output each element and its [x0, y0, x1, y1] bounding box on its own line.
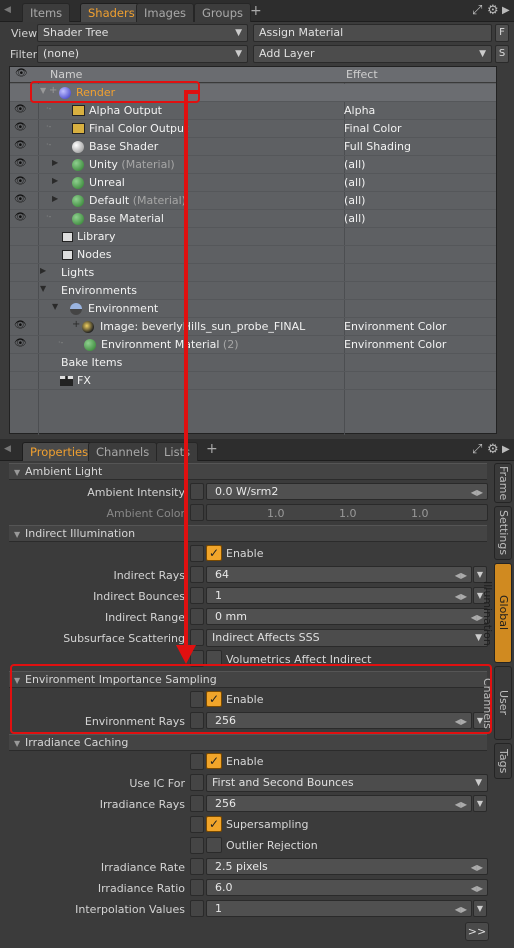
annotation-arrow: [176, 90, 198, 664]
annotation-arrow-line: [184, 90, 198, 650]
arrow-head-icon: [176, 645, 196, 664]
